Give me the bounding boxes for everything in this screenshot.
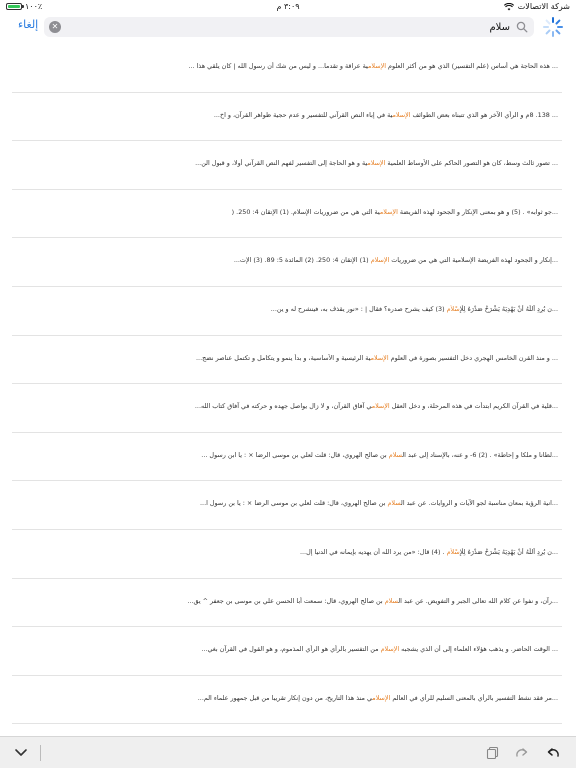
status-time: ٣:٠٩ م — [276, 2, 300, 11]
undo-icon[interactable] — [544, 744, 562, 762]
result-snippet: ... 138. 8م و الرأي الآخر هو الذي تتبناه… — [213, 110, 558, 119]
search-icon — [516, 21, 528, 33]
result-item[interactable]: ...ن يُرِدِ اَللّٰهُ أَنْ يَهْدِيَهُ يَش… — [12, 530, 562, 579]
result-snippet: ...مر فقد نشط التفسير بالرأي بالمعنى الس… — [197, 693, 558, 702]
bottom-toolbar — [0, 736, 576, 768]
redo-icon[interactable] — [513, 744, 531, 762]
result-snippet: ...إنكار و الجحود لهذه الفريضة الإسلامية… — [233, 256, 558, 265]
result-item[interactable]: ...رآن، و نفوا عن كلام الله تعالى الجبر … — [12, 579, 562, 628]
result-item[interactable]: ... و منذ القرن الخامس الهجري دخل التفسي… — [12, 336, 562, 385]
result-match: سلام — [384, 596, 399, 605]
result-snippet: ... و منذ القرن الخامس الهجري دخل التفسي… — [196, 353, 558, 362]
result-snippet: ...ن يُرِدِ اَللّٰهُ أَنْ يَهْدِيَهُ يَش… — [270, 304, 558, 313]
result-match: الإسلام — [370, 256, 390, 265]
result-item[interactable]: ...جو ثوابه» . (5) و هو بمعنى الإنكار و … — [12, 190, 562, 239]
cancel-button[interactable]: إلغاء — [18, 18, 38, 31]
toolbar-divider — [40, 745, 41, 761]
result-match: الإسلام — [371, 402, 390, 411]
loading-spinner-icon — [543, 17, 563, 37]
result-item[interactable]: ... تصور ثالث وسط، كان هو التصور الحاكم … — [12, 141, 562, 190]
chevron-down-icon[interactable] — [12, 744, 30, 762]
result-snippet: ... تصور ثالث وسط، كان هو التصور الحاكم … — [195, 159, 558, 168]
result-match: إِسْلاٰمِ — [446, 547, 460, 556]
search-input[interactable] — [90, 17, 510, 37]
clear-icon[interactable]: ✕ — [49, 21, 61, 33]
result-match: الإسلام — [379, 207, 398, 216]
result-item[interactable]: ...مر فقد نشط التفسير بالرأي بالمعنى الس… — [12, 676, 562, 725]
result-item[interactable]: ...قلية في القرآن الكريم ابتدأت في هذه ا… — [12, 384, 562, 433]
wifi-icon — [503, 2, 514, 10]
result-snippet: ...انية الرؤية بمعان مناسبة لجو الآيات و… — [200, 499, 558, 508]
result-match: إِسْلاٰمِ — [446, 304, 460, 313]
result-item[interactable]: ...ن يُرِدِ اَللّٰهُ أَنْ يَهْدِيَهُ يَش… — [12, 287, 562, 336]
result-match: الإسلام — [392, 110, 411, 119]
status-bar: ١٠٠٪ ٣:٠٩ م شركة الاتصالات — [0, 0, 576, 14]
carrier-name: شركة الاتصالات — [517, 2, 570, 11]
result-snippet: ...قلية في القرآن الكريم ابتدأت في هذه ا… — [194, 402, 558, 411]
result-snippet: ...لطانا و ملكا و إحاطة» . (2) 6- و عنه،… — [201, 450, 558, 459]
result-item[interactable]: ...لطانا و ملكا و إحاطة» . (2) 6- و عنه،… — [12, 433, 562, 482]
result-snippet: ...جو ثوابه» . (5) و هو بمعنى الإنكار و … — [231, 207, 558, 216]
result-snippet: ...ن يُرِدِ اَللّٰهُ أَنْ يَهْدِيَهُ يَش… — [299, 547, 558, 556]
result-item[interactable]: ... 138. 8م و الرأي الآخر هو الذي تتبناه… — [12, 93, 562, 142]
result-match: الإسلام — [370, 353, 389, 362]
result-match: سلام — [388, 450, 403, 459]
result-match: الإسلام — [372, 693, 391, 702]
result-snippet: ... الوقت الحاضر. و يذهب هؤلاء العلماء إ… — [201, 645, 558, 654]
result-match: الإسلام — [367, 159, 386, 168]
result-item[interactable]: ...انية الرؤية بمعان مناسبة لجو الآيات و… — [12, 481, 562, 530]
result-snippet: ... هذه الحاجة هي أساس (علم التفسير) الذ… — [188, 62, 559, 70]
result-match: الإسلام — [367, 62, 386, 70]
result-item[interactable]: ... هذه الحاجة هي أساس (علم التفسير) الذ… — [12, 44, 562, 93]
search-results-list: ... هذه الحاجة هي أساس (علم التفسير) الذ… — [0, 44, 576, 725]
search-row: إلغاء ✕ — [0, 14, 576, 40]
result-item[interactable]: ... الوقت الحاضر. و يذهب هؤلاء العلماء إ… — [12, 627, 562, 676]
copy-icon[interactable] — [484, 744, 502, 762]
result-match: الإسلام — [380, 645, 400, 654]
status-right: شركة الاتصالات — [503, 2, 570, 11]
result-match: سلام — [387, 499, 401, 508]
search-box[interactable]: ✕ — [44, 17, 534, 37]
result-item[interactable]: ...إنكار و الجحود لهذه الفريضة الإسلامية… — [12, 238, 562, 287]
result-snippet: ...رآن، و نفوا عن كلام الله تعالى الجبر … — [187, 596, 558, 605]
